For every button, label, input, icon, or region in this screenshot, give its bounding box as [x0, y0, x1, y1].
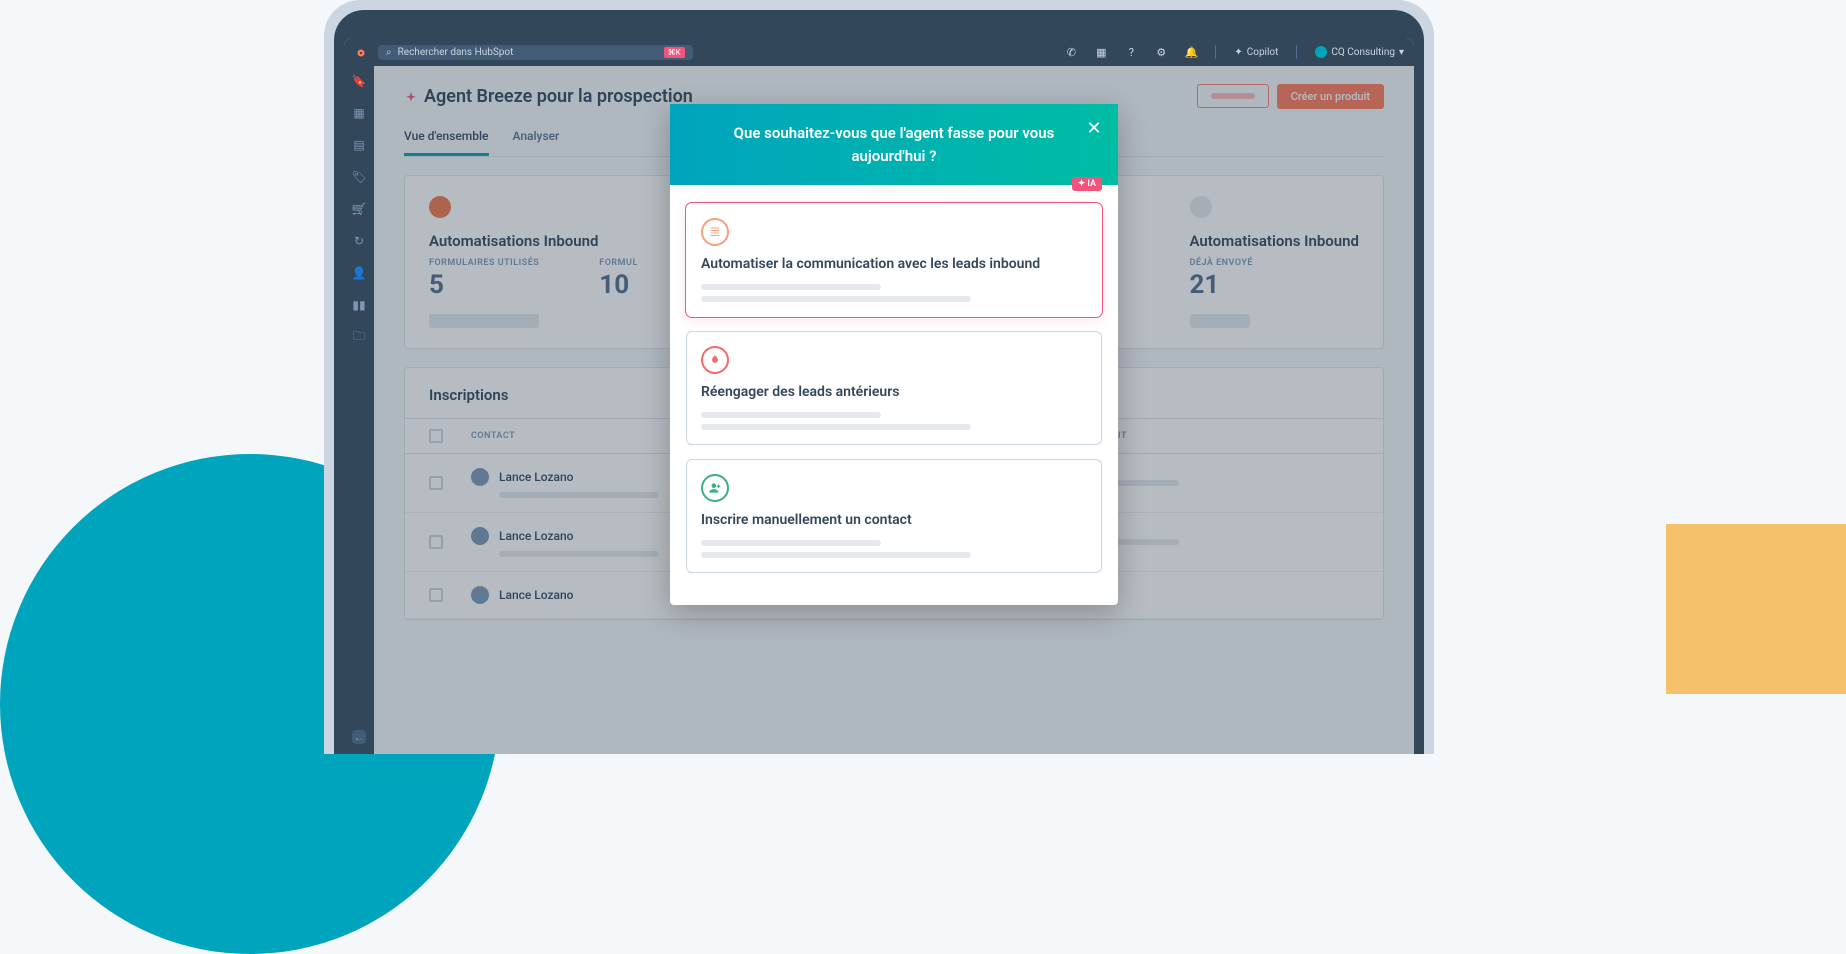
close-icon[interactable]: ✕	[1084, 118, 1104, 138]
flame-icon	[701, 346, 729, 374]
list-icon: ≣	[701, 218, 729, 246]
decorative-square	[1666, 524, 1846, 694]
ia-badge-label: IA	[1087, 179, 1096, 189]
collapse-icon[interactable]: ←	[352, 730, 366, 744]
grid-icon[interactable]: ▦	[352, 106, 366, 120]
modal-title: Que souhaitez-vous que l'agent fasse pou…	[720, 122, 1068, 167]
placeholder-bar	[701, 424, 971, 430]
divider	[1215, 45, 1216, 59]
chart-icon[interactable]: ▮▮	[352, 298, 366, 312]
account-avatar-icon	[1315, 46, 1327, 58]
folder-icon[interactable]: 🗀	[352, 330, 366, 344]
account-menu[interactable]: CQ Consulting ▾	[1315, 46, 1404, 58]
account-name: CQ Consulting	[1331, 47, 1395, 58]
hubspot-logo-icon[interactable]	[354, 45, 368, 59]
modal-header: Que souhaitez-vous que l'agent fasse pou…	[670, 104, 1118, 185]
search-input[interactable]	[398, 47, 658, 58]
refresh-icon[interactable]: ↻	[352, 234, 366, 248]
placeholder-bar	[701, 412, 881, 418]
app-window: ⌕ ⌘K ✆ ▦ ? ⚙ 🔔 ✦ Copilot	[344, 38, 1414, 754]
help-icon[interactable]: ?	[1125, 46, 1137, 58]
global-search[interactable]: ⌕ ⌘K	[378, 45, 693, 60]
top-nav: ⌕ ⌘K ✆ ▦ ? ⚙ 🔔 ✦ Copilot	[344, 38, 1414, 66]
placeholder-bar	[701, 540, 881, 546]
side-rail: 🔖 ▦ ▤ 🏷 🛒 ↻ 👤 ▮▮ 🗀 ←	[344, 66, 374, 754]
phone-icon[interactable]: ✆	[1065, 46, 1077, 58]
add-user-icon	[701, 474, 729, 502]
placeholder-bar	[701, 296, 971, 302]
agent-modal: Que souhaitez-vous que l'agent fasse pou…	[670, 104, 1118, 605]
device-frame: ⌕ ⌘K ✆ ▦ ? ⚙ 🔔 ✦ Copilot	[324, 0, 1434, 754]
kbd-shortcut: ⌘K	[664, 47, 685, 58]
option-title: Réengager des leads antérieurs	[701, 384, 1087, 400]
cart-icon[interactable]: 🛒	[352, 202, 366, 216]
notifications-icon[interactable]: 🔔	[1185, 46, 1197, 58]
option-manual-enroll[interactable]: Inscrire manuellement un contact	[686, 459, 1102, 573]
copilot-label: Copilot	[1247, 47, 1279, 58]
modal-body: ✦IA ≣ Automatiser la communication avec …	[670, 185, 1118, 605]
search-icon: ⌕	[386, 47, 392, 58]
doc-icon[interactable]: ▤	[352, 138, 366, 152]
nav-icons: ✆ ▦ ? ⚙ 🔔 ✦ Copilot CQ Consulting ▾	[1065, 45, 1404, 59]
option-title: Automatiser la communication avec les le…	[701, 256, 1087, 272]
tag-icon[interactable]: 🏷	[352, 170, 366, 184]
monitor-inner: ⌕ ⌘K ✆ ▦ ? ⚙ 🔔 ✦ Copilot	[334, 10, 1424, 754]
placeholder-bar	[701, 284, 881, 290]
chevron-down-icon: ▾	[1399, 47, 1404, 58]
sparkle-icon: ✦	[1234, 47, 1242, 58]
bookmark-icon[interactable]: 🔖	[352, 74, 366, 88]
marketplace-icon[interactable]: ▦	[1095, 46, 1107, 58]
divider	[1296, 45, 1297, 59]
copilot-button[interactable]: ✦ Copilot	[1234, 47, 1278, 58]
option-automate-inbound[interactable]: ≣ Automatiser la communication avec les …	[686, 203, 1102, 317]
main-content: Agent Breeze pour la prospection Créer u…	[374, 66, 1414, 754]
settings-icon[interactable]: ⚙	[1155, 46, 1167, 58]
ia-badge: ✦IA	[1072, 177, 1102, 191]
person-icon[interactable]: 👤	[352, 266, 366, 280]
option-reengage-leads[interactable]: Réengager des leads antérieurs	[686, 331, 1102, 445]
placeholder-bar	[701, 552, 971, 558]
option-title: Inscrire manuellement un contact	[701, 512, 1087, 528]
